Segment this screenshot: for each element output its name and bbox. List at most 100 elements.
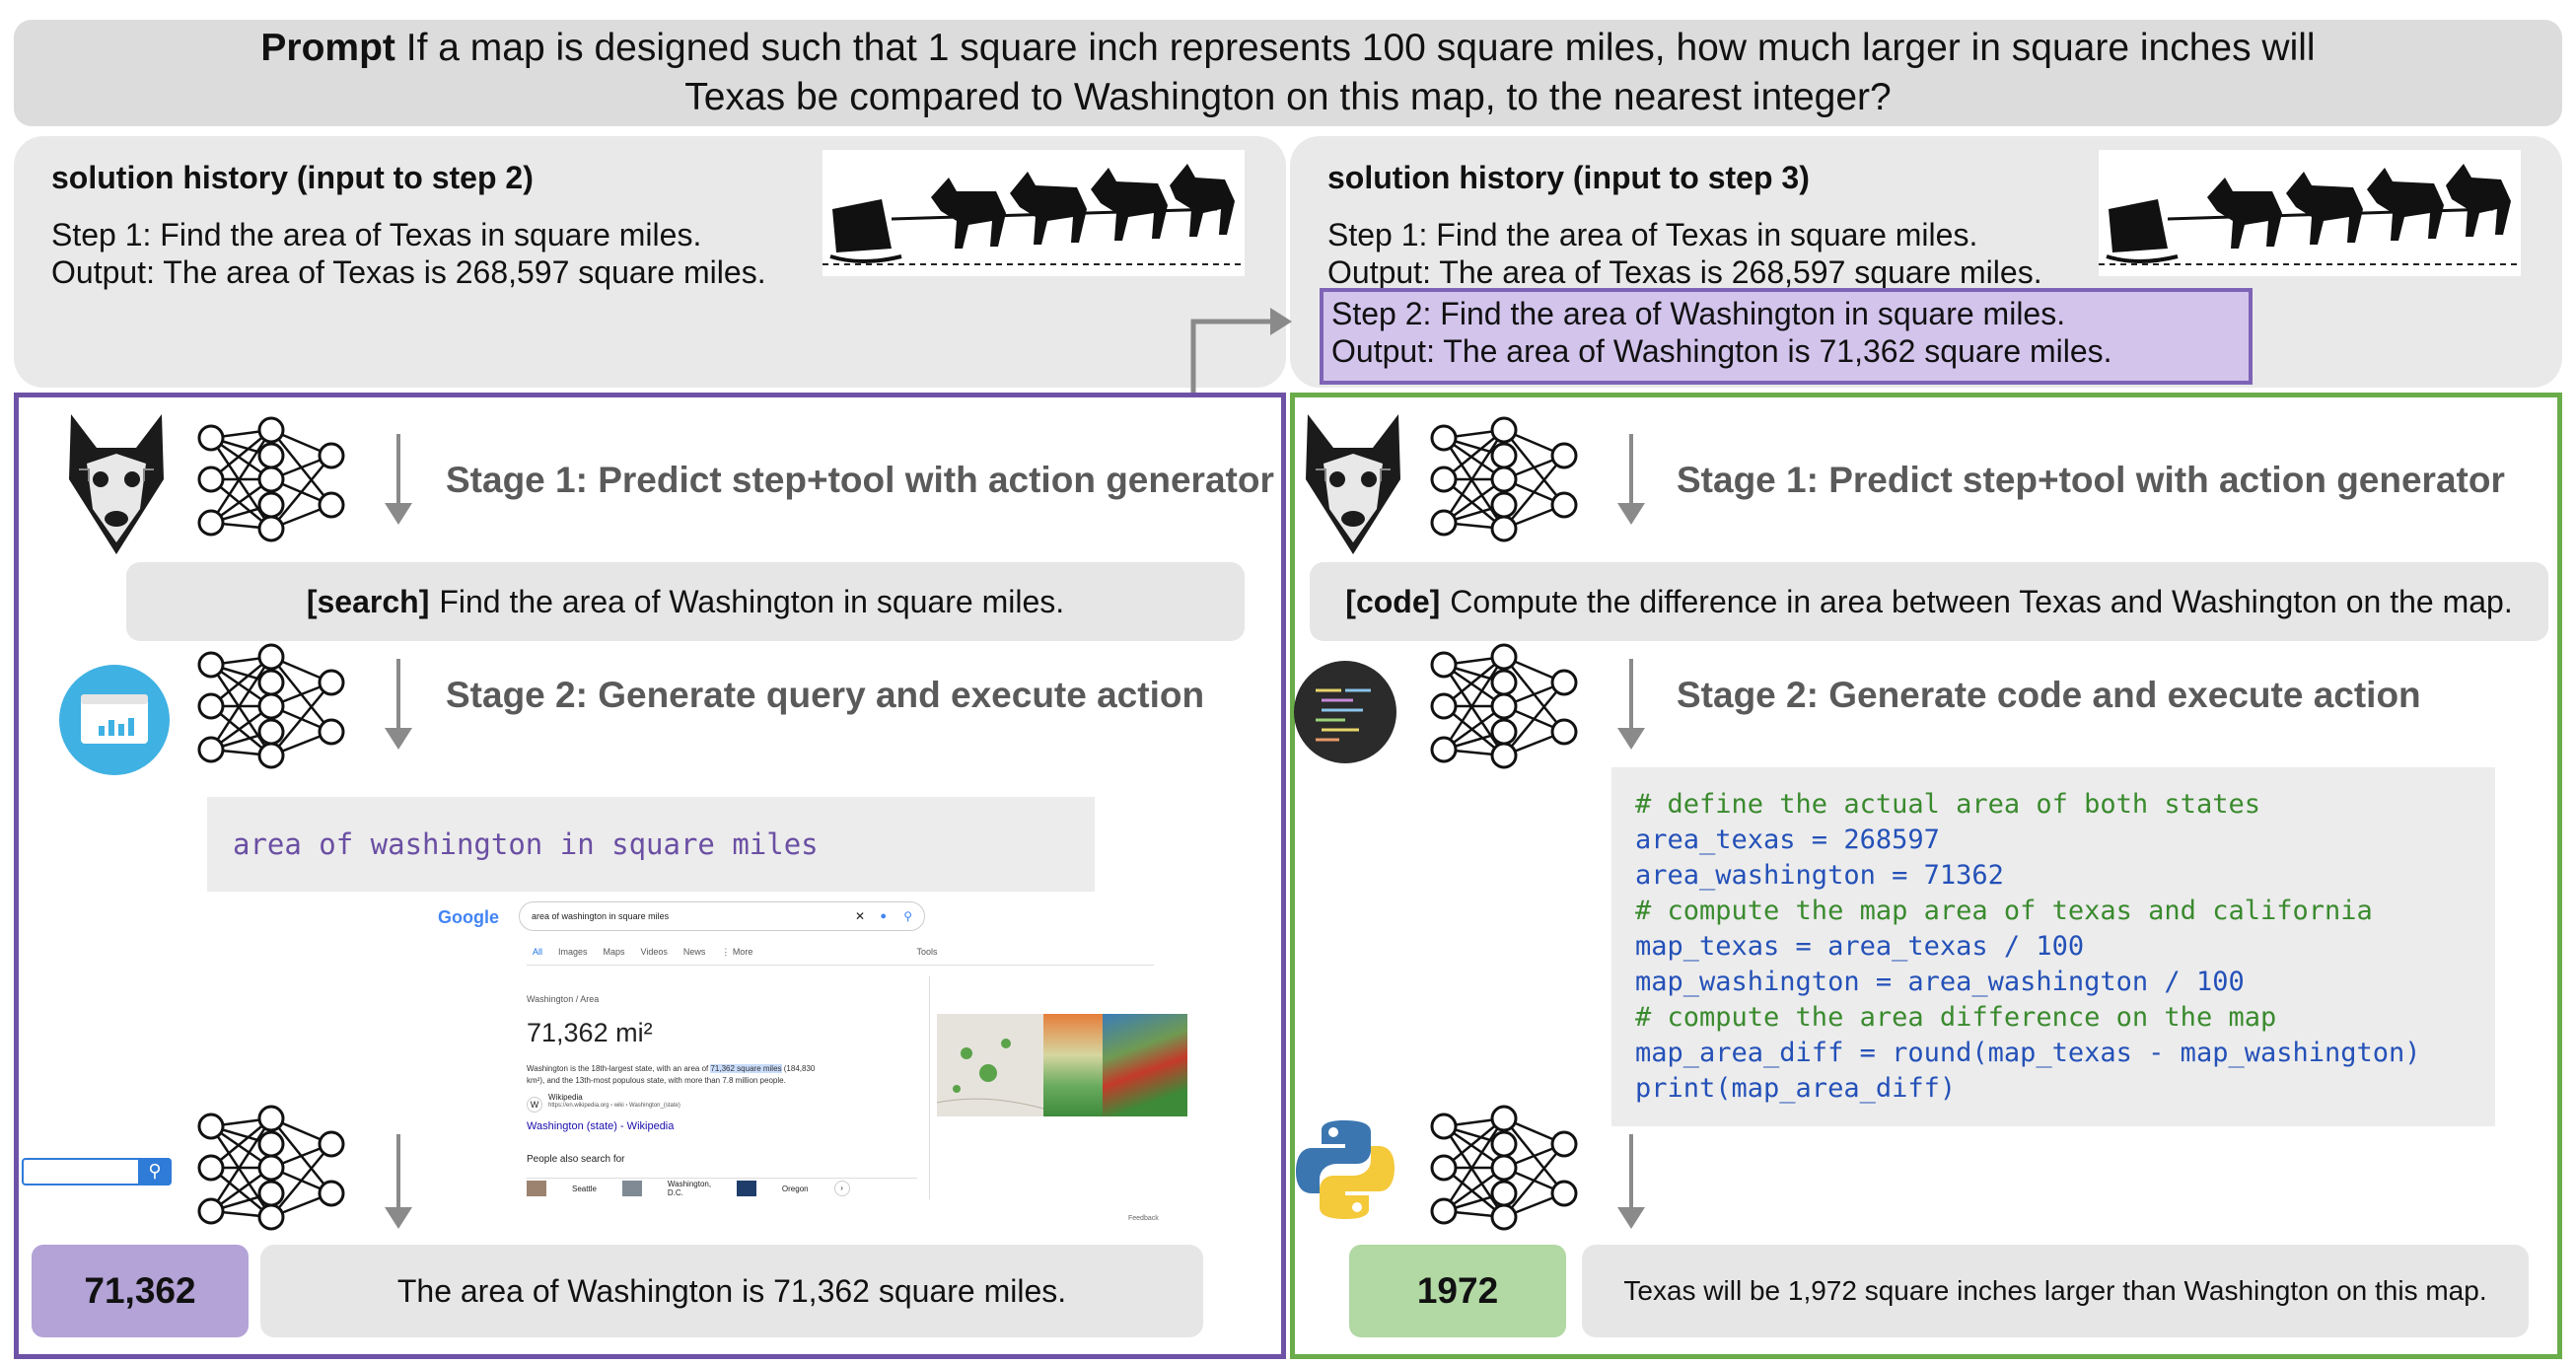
dc-thumbnail <box>621 1181 642 1196</box>
highlighted-step-2: Step 2: Find the area of Washington in s… <box>1320 288 2253 385</box>
divider <box>527 1178 917 1179</box>
left-history-step1: Step 1: Find the area of Texas in square… <box>51 217 702 252</box>
magnifier-icon: ⚲ <box>138 1158 172 1185</box>
answer-breadcrumb: Washington / Area <box>527 994 600 1004</box>
dog-sled-illustration-2 <box>2099 150 2521 276</box>
search-query-box: area of washington in square miles <box>207 797 1095 892</box>
answer-value: 71,362 mi² <box>527 1018 653 1047</box>
down-arrow <box>385 434 412 525</box>
tab-tools[interactable]: Tools <box>916 947 937 958</box>
code-line: print(map_area_diff) <box>1635 1073 1957 1104</box>
snippet-highlight: 71,362 square miles <box>710 1064 782 1073</box>
google-tabs: All Images Maps Videos News ⋮ More Tools <box>533 947 937 958</box>
right-action-box: [code] Compute the difference in area be… <box>1310 562 2548 641</box>
code-line: map_area_diff = round(map_texas - map_wa… <box>1635 1038 2421 1068</box>
mic-icon[interactable]: ● <box>880 902 887 930</box>
source-url: https://en.wikipedia.org › wiki › Washin… <box>548 1103 680 1109</box>
right-history-title: solution history (input to step 3) <box>1327 160 1810 195</box>
down-arrow <box>385 659 412 750</box>
neural-network-icon <box>197 643 345 771</box>
generated-code-block: # define the actual area of both states … <box>1611 767 2495 1126</box>
divider <box>929 976 930 1199</box>
code-line: # compute the map area of texas and cali… <box>1635 896 2373 926</box>
neural-network-icon <box>197 416 345 544</box>
down-arrow <box>1617 659 1645 750</box>
husky-robot-icon <box>69 414 164 554</box>
search-query-text: area of washington in square miles <box>233 827 819 861</box>
right-action-text: Compute the difference in area between T… <box>1450 583 2513 619</box>
tab-maps[interactable]: Maps <box>604 947 625 958</box>
left-stage1-title: Stage 1: Predict step+tool with action g… <box>446 460 1274 500</box>
right-history-step1: Step 1: Find the area of Texas in square… <box>1327 217 1978 252</box>
prompt-line-1: If a map is designed such that 1 square … <box>405 27 2316 69</box>
search-bar-icon: ⚲ <box>22 1158 172 1185</box>
right-history-output2: Output: The area of Washington is 71,362… <box>1331 333 2112 369</box>
prompt-banner: Prompt If a map is designed such that 1 … <box>14 20 2562 126</box>
right-history-output1: Output: The area of Texas is 268,597 squ… <box>1327 254 2042 290</box>
prompt-label: Prompt <box>260 27 395 69</box>
left-history-title: solution history (input to step 2) <box>51 160 534 195</box>
neural-network-icon <box>197 1105 345 1233</box>
tab-all[interactable]: All <box>533 947 542 958</box>
right-history-step2: Step 2: Find the area of Washington in s… <box>1331 296 2066 331</box>
related-searches: Seattle Washington, D.C. Oregon › <box>527 1180 850 1197</box>
code-editor-icon <box>1294 661 1396 763</box>
seattle-thumbnail <box>527 1181 546 1196</box>
husky-robot-icon <box>1306 414 1400 554</box>
source-name: Wikipedia <box>548 1093 583 1102</box>
related-dc[interactable]: Washington, D.C. <box>668 1180 711 1197</box>
down-arrow <box>1617 1134 1645 1229</box>
elevation-map-thumbnail <box>1043 1014 1103 1116</box>
right-stage1-title: Stage 1: Predict step+tool with action g… <box>1677 460 2505 500</box>
tab-news[interactable]: News <box>683 947 706 958</box>
down-arrow <box>1617 434 1645 525</box>
left-stage2-title: Stage 2: Generate query and execute acti… <box>446 675 1205 715</box>
left-action-box: [search] Find the area of Washington in … <box>126 562 1245 641</box>
prompt-line-2: Texas be compared to Washington on this … <box>684 76 1892 118</box>
search-results-screenshot: Google area of washington in square mile… <box>424 894 1187 1225</box>
tab-more[interactable]: ⋮ More <box>721 947 752 958</box>
related-oregon[interactable]: Oregon <box>782 1185 809 1193</box>
code-line: area_washington = 71362 <box>1635 860 2004 891</box>
oregon-flag-thumbnail <box>736 1181 756 1196</box>
dog-sled-illustration <box>823 150 1245 276</box>
left-action-tag: [search] <box>306 583 430 619</box>
chevron-right-icon[interactable]: › <box>833 1181 850 1196</box>
neural-network-icon <box>1430 416 1578 544</box>
left-history-output1: Output: The area of Texas is 268,597 squ… <box>51 254 766 290</box>
clear-icon[interactable]: ✕ <box>855 902 865 930</box>
code-line: # define the actual area of both states <box>1635 789 2260 820</box>
code-line: map_texas = area_texas / 100 <box>1635 931 2085 962</box>
web-browser-icon <box>59 665 170 775</box>
python-logo-icon <box>1296 1120 1395 1219</box>
wikipedia-link[interactable]: Washington (state) - Wikipedia <box>527 1120 674 1132</box>
right-result-text: Texas will be 1,972 square inches larger… <box>1582 1245 2529 1337</box>
google-logo: Google <box>438 907 499 927</box>
answer-snippet: Washington is the 18th-largest state, wi… <box>527 1063 832 1087</box>
neural-network-icon <box>1430 643 1578 771</box>
search-icon[interactable]: ⚲ <box>903 902 912 930</box>
google-search-query: area of washington in square miles <box>532 911 670 921</box>
neural-network-icon <box>1430 1105 1578 1233</box>
tab-images[interactable]: Images <box>558 947 588 958</box>
wikipedia-icon: W <box>527 1097 542 1113</box>
snippet-part-1: Washington is the 18th-largest state, wi… <box>527 1064 709 1073</box>
right-stage2-title: Stage 2: Generate code and execute actio… <box>1677 675 2421 715</box>
code-line: area_texas = 268597 <box>1635 825 1940 855</box>
related-seattle[interactable]: Seattle <box>572 1185 597 1193</box>
google-search-field[interactable]: area of washington in square miles ✕ ● ⚲ <box>519 901 925 931</box>
divider <box>527 965 1154 966</box>
right-result-badge: 1972 <box>1349 1245 1566 1337</box>
left-result-badge: 71,362 <box>32 1245 249 1337</box>
right-action-tag: [code] <box>1345 583 1441 619</box>
left-action-text: Find the area of Washington in square mi… <box>439 583 1065 619</box>
flow-arrow <box>1190 308 1292 395</box>
feedback-link[interactable]: Feedback <box>1128 1215 1159 1222</box>
down-arrow <box>385 1134 412 1229</box>
code-line: map_washington = area_washington / 100 <box>1635 967 2245 997</box>
code-line: # compute the area difference on the map <box>1635 1002 2277 1033</box>
people-also-search-title: People also search for <box>527 1154 625 1165</box>
terrain-map-thumbnail <box>1103 1014 1187 1116</box>
tab-videos[interactable]: Videos <box>641 947 668 958</box>
left-result-text: The area of Washington is 71,362 square … <box>260 1245 1203 1337</box>
